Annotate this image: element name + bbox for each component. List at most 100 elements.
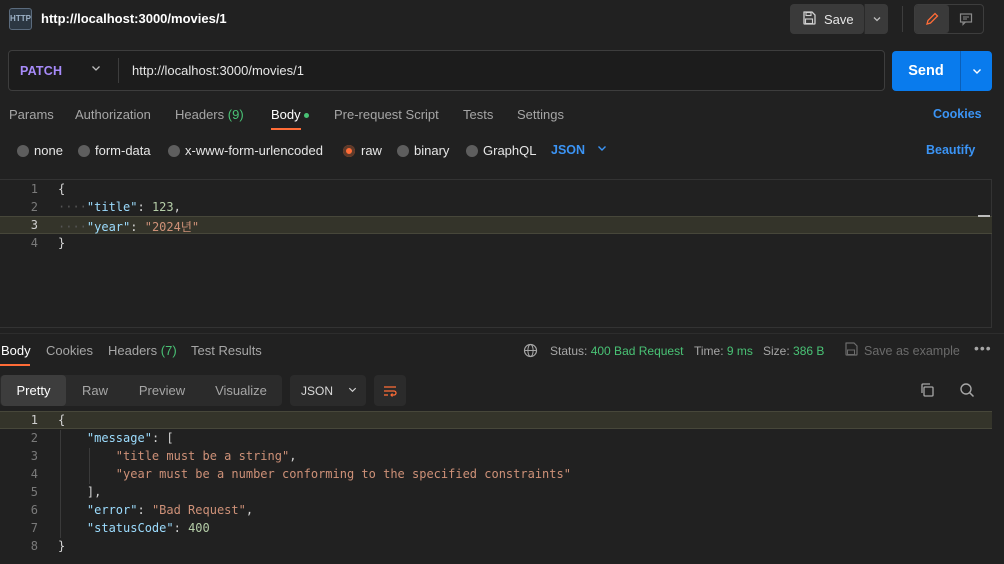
url-divider: [118, 58, 119, 83]
response-line: 6 "error": "Bad Request",: [0, 501, 992, 519]
json-punct: ],: [86, 485, 102, 499]
indent-guide: [89, 448, 90, 484]
editor-line: 1 {: [0, 180, 992, 198]
raw-format-select[interactable]: JSON: [551, 143, 585, 157]
tab-settings[interactable]: Settings: [517, 107, 564, 122]
radio-none-label[interactable]: none: [34, 143, 63, 158]
request-tab-title[interactable]: http://localhost:3000/movies/1: [41, 11, 227, 26]
line-number: 2: [30, 200, 38, 214]
view-preview[interactable]: Preview: [128, 375, 196, 406]
response-line: 4 "year must be a number conforming to t…: [0, 465, 992, 483]
search-icon[interactable]: [959, 382, 975, 401]
pane-splitter[interactable]: [0, 333, 1004, 334]
line-number: 8: [30, 539, 38, 553]
response-tab-cookies[interactable]: Cookies: [46, 343, 93, 358]
tab-pre-request-script[interactable]: Pre-request Script: [334, 107, 439, 122]
http-method-select[interactable]: PATCH: [20, 64, 62, 78]
send-button[interactable]: Send: [892, 51, 960, 91]
radio-form-data[interactable]: [78, 145, 90, 157]
edit-pencil-icon[interactable]: [915, 5, 949, 33]
save-example-label: Save as example: [864, 343, 960, 358]
response-format-select[interactable]: JSON: [290, 375, 366, 406]
response-tab-body[interactable]: Body: [1, 343, 31, 358]
radio-raw-label[interactable]: raw: [361, 143, 382, 158]
radio-urlencoded-label[interactable]: x-www-form-urlencoded: [185, 143, 323, 158]
response-line-active: 1 {: [0, 411, 992, 429]
editor-scrollbar-marker[interactable]: [978, 215, 990, 217]
http-file-icon: HTTP: [9, 8, 32, 30]
tab-body-label: Body: [271, 107, 301, 122]
tab-headers-count: (9): [227, 107, 244, 122]
radio-graphql-label[interactable]: GraphQL: [483, 143, 536, 158]
json-colon: :: [137, 503, 152, 517]
response-line: 2 "message": [: [0, 429, 992, 447]
response-format-label: JSON: [301, 383, 334, 398]
editor-line: 2 ····"title": 123,: [0, 198, 992, 216]
response-headers-count: (7): [160, 343, 177, 358]
format-chevron-down-icon[interactable]: [596, 142, 608, 157]
response-status[interactable]: Status: 400 Bad Request: [550, 344, 683, 358]
radio-form-data-label[interactable]: form-data: [95, 143, 151, 158]
json-punct: : [: [151, 431, 174, 445]
time-label: Time:: [694, 344, 724, 358]
response-tab-test-results[interactable]: Test Results: [191, 343, 262, 358]
send-options-chevron-down-icon[interactable]: [960, 51, 992, 91]
json-comma: ,: [245, 503, 254, 517]
line-number: 3: [30, 449, 38, 463]
response-tab-headers[interactable]: Headers (7): [108, 343, 177, 358]
radio-binary[interactable]: [397, 145, 409, 157]
body-modified-dot: [303, 113, 309, 119]
view-raw[interactable]: Raw: [70, 375, 120, 406]
editor-mode-toggle: [914, 4, 984, 34]
tab-tests[interactable]: Tests: [463, 107, 493, 122]
line-number: 7: [30, 521, 38, 535]
json-string: "title must be a string": [115, 449, 290, 463]
json-string: "year must be a number conforming to the…: [115, 467, 571, 481]
response-line: 7 "statusCode": 400: [0, 519, 992, 537]
json-comma: ,: [289, 449, 297, 463]
time-value: 9 ms: [726, 344, 753, 358]
save-icon: [802, 10, 816, 28]
radio-graphql[interactable]: [466, 145, 478, 157]
json-string: "2024년": [144, 220, 200, 234]
size-label: Size:: [763, 344, 790, 358]
radio-raw[interactable]: [343, 145, 355, 157]
view-pretty[interactable]: Pretty: [1, 375, 66, 406]
toolbar-divider: [902, 6, 903, 32]
radio-none[interactable]: [17, 145, 29, 157]
radio-binary-label[interactable]: binary: [414, 143, 449, 158]
json-brace: {: [58, 182, 66, 196]
tab-headers[interactable]: Headers (9): [175, 107, 244, 122]
json-brace: {: [58, 413, 66, 427]
status-label: Status:: [550, 344, 588, 358]
line-number: 1: [30, 413, 38, 427]
response-format-chevron-down-icon: [347, 384, 358, 398]
response-line: 8 }: [0, 537, 992, 555]
tab-body[interactable]: Body: [271, 107, 309, 122]
save-options-chevron-down-icon[interactable]: [864, 4, 888, 34]
url-input[interactable]: http://localhost:3000/movies/1: [132, 63, 304, 78]
wrap-lines-icon[interactable]: [374, 375, 406, 406]
cookies-link[interactable]: Cookies: [933, 107, 982, 121]
radio-urlencoded[interactable]: [168, 145, 180, 157]
response-time[interactable]: Time: 9 ms: [694, 344, 753, 358]
save-button[interactable]: Save: [790, 4, 864, 34]
response-line: 5 ],: [0, 483, 992, 501]
more-options-icon[interactable]: •••: [974, 340, 992, 356]
active-tab-indicator: [271, 128, 301, 130]
save-as-example-button[interactable]: Save as example: [844, 342, 960, 359]
tab-authorization[interactable]: Authorization: [75, 107, 151, 122]
copy-icon[interactable]: [919, 382, 935, 401]
json-colon: :: [173, 521, 189, 535]
response-active-tab-indicator: [0, 364, 30, 366]
json-key: "error": [86, 503, 138, 517]
response-size[interactable]: Size: 386 B: [763, 344, 824, 358]
beautify-button[interactable]: Beautify: [926, 143, 975, 157]
response-headers-label: Headers: [108, 343, 158, 358]
globe-icon[interactable]: [523, 343, 538, 361]
method-chevron-down-icon[interactable]: [90, 62, 102, 77]
tab-params[interactable]: Params: [9, 107, 54, 122]
view-visualize[interactable]: Visualize: [204, 375, 278, 406]
json-brace: }: [58, 236, 66, 250]
comment-icon[interactable]: [949, 5, 983, 33]
